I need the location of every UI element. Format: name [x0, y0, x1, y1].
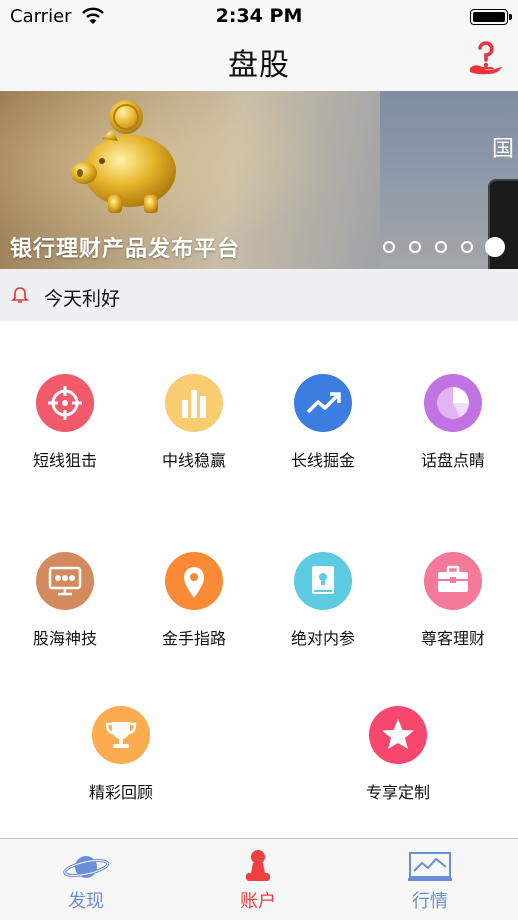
feature-label: 长线掘金 [290, 451, 355, 470]
page-dot-active[interactable] [485, 237, 505, 257]
page-dot[interactable] [435, 241, 447, 253]
tab-bar: 发现 账户 行情 [0, 838, 518, 920]
pie-chart-icon [424, 374, 482, 432]
feature-item[interactable]: 绝对内参 [258, 552, 388, 672]
page-dot[interactable] [383, 241, 395, 253]
banner-slide[interactable]: 银行理财产品发布平台 [0, 91, 380, 269]
tab-market[interactable]: 行情 [344, 839, 516, 920]
notice-bar[interactable]: 今天利好 [0, 269, 518, 321]
tab-account[interactable]: 账户 [172, 839, 344, 920]
feature-item[interactable]: 短线狙击 [0, 374, 130, 494]
feature-label: 金手指路 [161, 629, 226, 648]
trend-arrow-icon [294, 374, 352, 432]
feature-label: 专享定制 [365, 783, 430, 802]
feature-label: 话盘点睛 [420, 451, 485, 470]
feature-item[interactable]: 专享定制 [333, 706, 463, 826]
feature-item[interactable]: 长线掘金 [258, 374, 388, 494]
trophy-icon [92, 706, 150, 764]
feature-label: 绝对内参 [290, 629, 355, 648]
feature-item[interactable]: 股海神技 [0, 552, 130, 672]
piggy-bank-image [71, 100, 176, 213]
page-indicator[interactable] [383, 237, 513, 257]
banner-carousel[interactable]: 银行理财产品发布平台 国 [0, 91, 518, 269]
tab-label: 发现 [68, 891, 104, 912]
battery-icon [470, 9, 512, 25]
page-dot[interactable] [461, 241, 473, 253]
feature-item[interactable]: 尊客理财 [388, 552, 518, 672]
status-bar: Carrier 2:34 PM [0, 0, 518, 34]
feature-item[interactable]: 中线稳赢 [129, 374, 259, 494]
banner-slide-title: 国 [492, 137, 515, 162]
person-stamp-icon [246, 850, 270, 881]
location-pin-icon [165, 552, 223, 610]
presentation-icon [36, 552, 94, 610]
feature-label: 尊客理财 [420, 629, 485, 648]
navigation-bar: 盘股 [0, 34, 518, 91]
star-icon [369, 706, 427, 764]
tab-label: 行情 [412, 891, 448, 912]
feature-item[interactable]: 话盘点睛 [388, 374, 518, 494]
tab-label: 账户 [240, 891, 276, 912]
feature-label: 短线狙击 [32, 451, 97, 470]
feature-label: 股海神技 [32, 629, 97, 648]
feature-grid: 短线狙击 中线稳赢 长线掘金 话盘点睛 股海神技 金手指路 绝对内参 尊客理财 … [0, 321, 518, 838]
feature-item[interactable]: 精彩回顾 [56, 706, 186, 826]
crosshair-icon [36, 374, 94, 432]
banner-slide-title: 银行理财产品发布平台 [10, 237, 241, 262]
feature-item[interactable]: 金手指路 [129, 552, 259, 672]
feature-label: 中线稳赢 [161, 451, 226, 470]
tab-discover[interactable]: 发现 [0, 839, 172, 920]
bell-icon [11, 287, 29, 303]
monitor-chart-icon [408, 852, 452, 881]
page-title: 盘股 [228, 48, 290, 83]
page-dot[interactable] [409, 241, 421, 253]
briefcase-icon [424, 552, 482, 610]
help-hand-icon[interactable] [468, 38, 504, 76]
planet-icon [63, 856, 110, 878]
bar-chart-icon [165, 374, 223, 432]
notice-text: 今天利好 [44, 288, 121, 310]
clock: 2:34 PM [215, 5, 303, 27]
feature-label: 精彩回顾 [88, 783, 153, 802]
book-icon [294, 552, 352, 610]
